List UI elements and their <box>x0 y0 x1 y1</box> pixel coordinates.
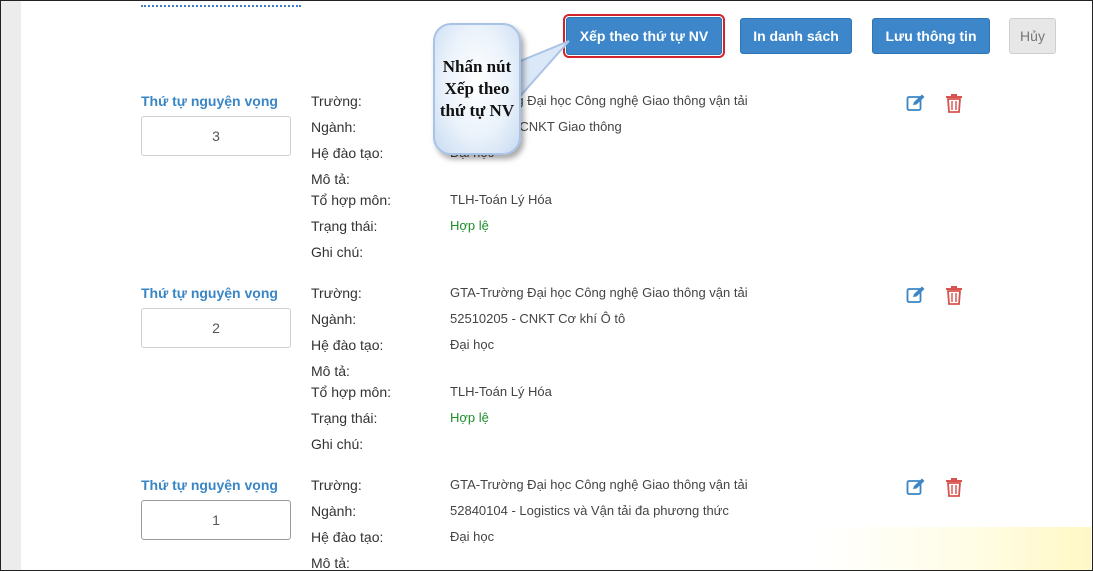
rank-label: Thứ tự nguyện vọng <box>141 285 278 301</box>
training-value: Đại học <box>450 337 495 352</box>
screenshot-frame: Xếp theo thứ tự NV In danh sách Lưu thôn… <box>0 0 1093 571</box>
edit-icon[interactable] <box>906 285 926 305</box>
school-value: GTA-Trường Đại học Công nghệ Giao thông … <box>450 285 748 300</box>
note-label: Ghi chú: <box>311 244 364 260</box>
rank-input[interactable] <box>141 308 291 348</box>
sort-by-rank-button[interactable]: Xếp theo thứ tự NV <box>563 14 725 58</box>
training-label: Hệ đào tạo: <box>311 529 384 545</box>
trash-icon[interactable] <box>944 285 964 305</box>
rank-label: Thứ tự nguyện vọng <box>141 477 278 493</box>
description-label: Mô tả: <box>311 555 350 571</box>
description-label: Mô tả: <box>311 363 350 379</box>
trash-icon[interactable] <box>944 93 964 113</box>
instruction-callout: Nhấn nút Xếp theo thứ tự NV <box>433 23 521 155</box>
subjects-label: Tổ hợp môn: <box>311 384 391 400</box>
major-label: Ngành: <box>311 503 357 519</box>
school-value: GTA-Trường Đại học Công nghệ Giao thông … <box>450 477 748 492</box>
major-value: 52840104 - Logistics và Vận tải đa phươn… <box>450 503 729 518</box>
cancel-button[interactable]: Hủy <box>1009 18 1056 54</box>
status-value: Hợp lệ <box>450 218 489 233</box>
note-label: Ghi chú: <box>311 436 364 452</box>
save-info-button[interactable]: Lưu thông tin <box>872 18 990 54</box>
callout-text: Nhấn nút Xếp theo thứ tự NV <box>439 57 515 120</box>
description-label: Mô tả: <box>311 171 350 187</box>
training-label: Hệ đào tạo: <box>311 337 384 353</box>
trash-icon[interactable] <box>944 477 964 497</box>
edit-icon[interactable] <box>906 93 926 113</box>
corner-glow <box>821 527 1091 570</box>
subjects-value: TLH-Toán Lý Hóa <box>450 384 552 399</box>
subjects-value: TLH-Toán Lý Hóa <box>450 192 552 207</box>
training-value: Đại học <box>450 529 495 544</box>
major-label: Ngành: <box>311 311 357 327</box>
subjects-label: Tổ hợp môn: <box>311 192 391 208</box>
rank-input[interactable] <box>141 500 291 540</box>
content-panel: Xếp theo thứ tự NV In danh sách Lưu thôn… <box>21 1 1092 570</box>
edit-icon[interactable] <box>906 477 926 497</box>
school-label: Trường: <box>311 477 362 493</box>
status-label: Trạng thái: <box>311 410 378 426</box>
school-label: Trường: <box>311 285 362 301</box>
major-value: 52510205 - CNKT Cơ khí Ô tô <box>450 311 626 326</box>
print-list-button[interactable]: In danh sách <box>740 18 852 54</box>
status-label: Trạng thái: <box>311 218 378 234</box>
status-value: Hợp lệ <box>450 410 489 425</box>
